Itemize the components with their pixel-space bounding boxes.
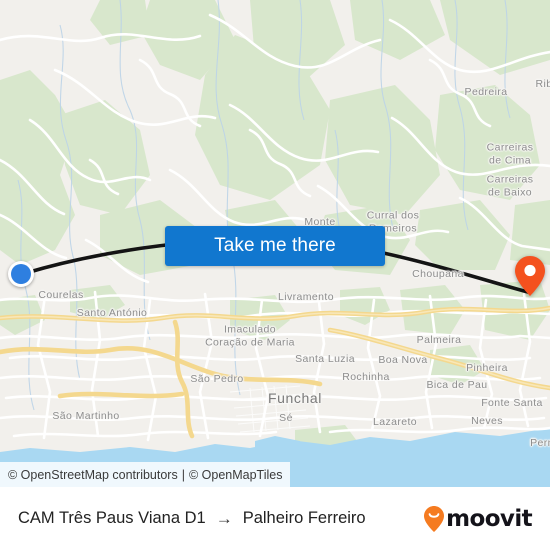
route-title: CAM Três Paus Viana D1 → Palheiro Ferrei… (18, 509, 424, 528)
take-me-there-button[interactable]: Take me there (165, 226, 385, 266)
attribution-osm[interactable]: © OpenStreetMap contributors (8, 468, 178, 482)
origin-marker[interactable] (8, 261, 34, 287)
map-attribution: © OpenStreetMap contributors | © OpenMap… (0, 462, 291, 487)
origin-marker-dot (11, 264, 31, 284)
map-page: Pedreira Rib Carreiras de Cima Carreiras de… (0, 0, 550, 550)
attribution-openmaptiles[interactable]: © OpenMapTiles (189, 468, 283, 482)
attribution-separator: | (181, 467, 185, 482)
arrow-right-icon: → (215, 509, 233, 528)
map-canvas[interactable]: Pedreira Rib Carreiras de Cima Carreiras de… (0, 0, 550, 487)
destination-stop-label: Palheiro Ferreiro (242, 509, 366, 527)
destination-marker[interactable] (515, 256, 545, 296)
moovit-wordmark: moovit (446, 505, 532, 532)
moovit-logo[interactable]: moovit (424, 505, 533, 532)
origin-stop-label: CAM Três Paus Viana D1 (18, 509, 206, 527)
footer-bar: CAM Três Paus Viana D1 → Palheiro Ferrei… (0, 487, 550, 550)
moovit-pin-icon (424, 505, 445, 532)
